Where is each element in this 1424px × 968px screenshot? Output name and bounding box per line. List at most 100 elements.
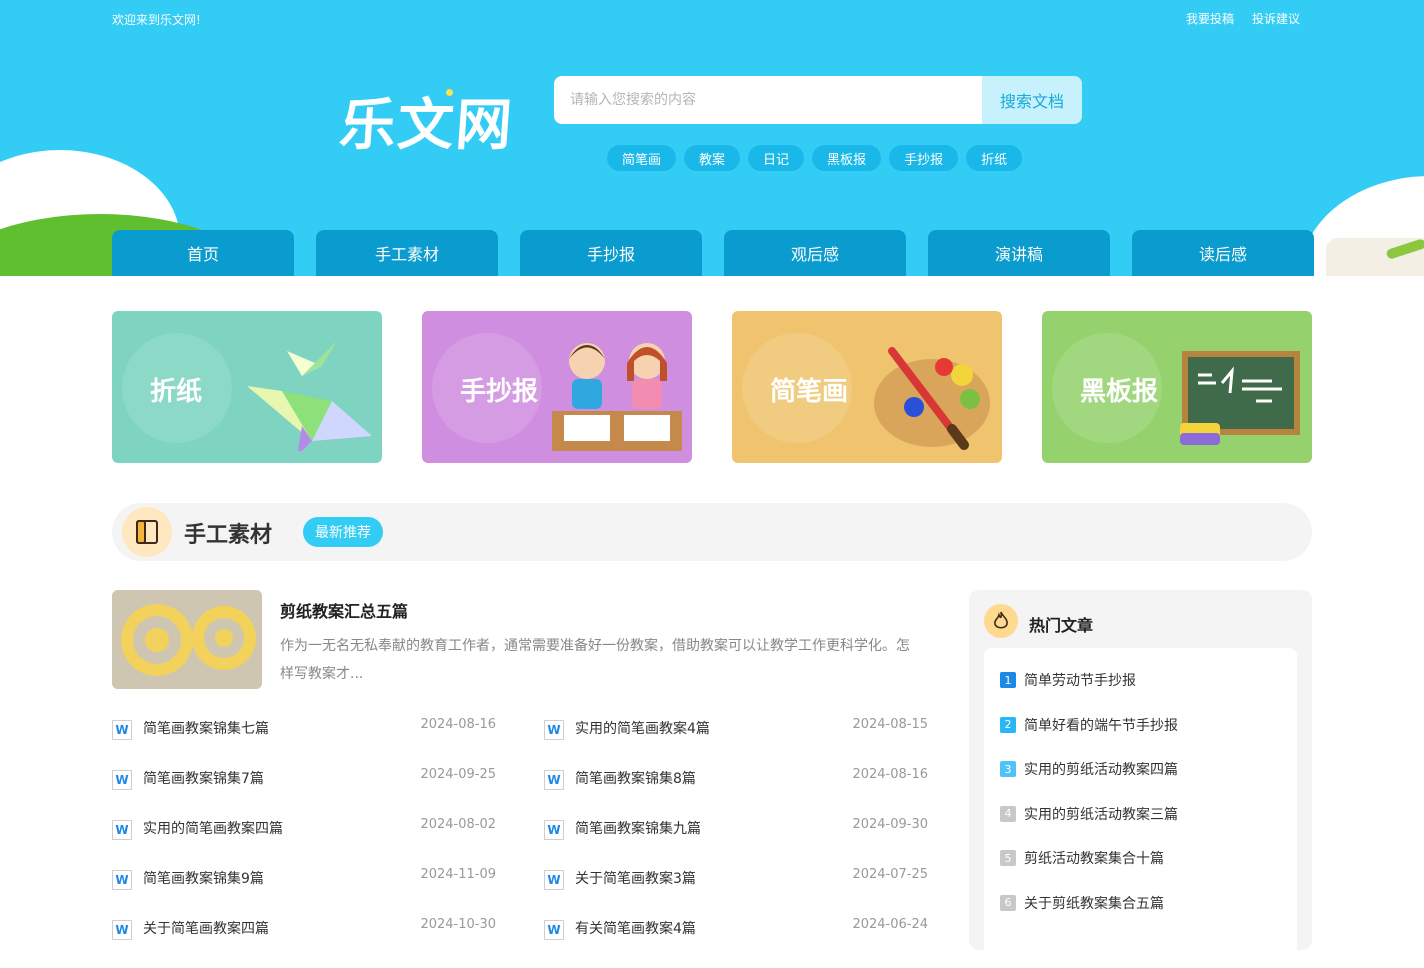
word-doc-icon: W [112,920,132,940]
article-date: 2024-09-25 [420,767,496,782]
category-card-blackboard[interactable]: 黑板报 [1042,311,1312,463]
search-input[interactable] [554,76,982,124]
article-title: 有关简笔画教案4篇 [575,921,696,937]
hot-articles-title: 热门文章 [1029,616,1094,635]
article-date: 2024-07-25 [852,867,928,882]
list-item[interactable]: W 简笔画教案锦集9篇 2024-11-09 [112,862,496,912]
list-item[interactable]: 4 实用的剪纸活动教案三篇 [984,804,1297,849]
article-title: 关于简笔画教案3篇 [575,871,696,887]
book-icon [122,507,172,557]
latest-recommend-badge[interactable]: 最新推荐 [303,517,383,547]
complaint-link[interactable]: 投诉建议 [1252,10,1300,27]
nav-speech[interactable]: 演讲稿 [928,230,1110,276]
list-item[interactable]: 1 简单劳动节手抄报 [984,670,1297,715]
featured-thumbnail[interactable] [112,590,262,689]
article-date: 2024-10-30 [420,917,496,932]
category-cards: 折纸 手抄报 简笔画 黑板报 [112,311,1312,463]
rank-badge: 4 [1000,805,1016,822]
article-date: 2024-11-09 [420,867,496,882]
rank-badge: 1 [1000,672,1016,688]
section-title: 手工素材 [184,523,273,548]
list-item[interactable]: 6 关于剪纸教案集合五篇 [984,893,1297,938]
welcome-text: 欢迎来到乐文网! [112,13,201,27]
nav-home[interactable]: 首页 [112,230,294,276]
hot-article-title: 剪纸活动教案集合十篇 [1024,851,1164,867]
word-doc-icon: W [544,720,564,740]
nav-book-review[interactable]: 读后感 [1132,230,1314,276]
hot-articles-panel: 热门文章 1 简单劳动节手抄报 2 简单好看的端午节手抄报 3 实用的剪纸活动教案四篇… [969,590,1312,968]
list-item[interactable]: 5 剪纸活动教案集合十篇 [984,848,1297,893]
children-drawing-icon [552,343,682,451]
article-date: 2024-08-16 [852,767,928,782]
article-date: 2024-09-30 [852,817,928,832]
hot-articles-list: 1 简单劳动节手抄报 2 简单好看的端午节手抄报 3 实用的剪纸活动教案四篇 4 实用的… [984,648,1297,968]
submit-article-link[interactable]: 我要投稿 [1186,10,1234,27]
article-date: 2024-08-02 [420,817,496,832]
word-doc-icon: W [544,770,564,790]
category-card-sketch[interactable]: 简笔画 [732,311,1002,463]
article-title: 简笔画教案锦集七篇 [143,721,269,737]
nav-handwritten-newspaper[interactable]: 手抄报 [520,230,702,276]
card-label: 黑板报 [1080,377,1159,407]
tag-zhezhi[interactable]: 折纸 [966,145,1023,171]
rank-badge: 6 [1000,894,1016,911]
word-doc-icon: W [112,770,132,790]
paper-crane-icon [247,341,372,451]
list-item[interactable]: W 简笔画教案锦集九篇 2024-09-30 [544,812,928,862]
tag-shouchaobao[interactable]: 手抄报 [889,145,959,171]
main-nav: 首页 手工素材 手抄报 观后感 演讲稿 读后感 [112,230,1314,276]
search-button[interactable]: 搜索文档 [982,76,1082,124]
category-card-origami[interactable]: 折纸 [112,311,382,463]
hot-article-title: 实用的剪纸活动教案三篇 [1024,806,1178,823]
category-card-handwritten[interactable]: 手抄报 [422,311,692,463]
section-header: 手工素材 最新推荐 [112,503,1312,561]
hot-article-title: 简单好看的端午节手抄报 [1024,717,1178,734]
article-title: 简笔画教案锦集9篇 [143,871,264,887]
hot-article-title: 实用的剪纸活动教案四篇 [1024,762,1178,778]
word-doc-icon: W [544,920,564,940]
word-doc-icon: W [112,870,132,890]
site-logo[interactable]: 乐文网 [337,80,517,161]
article-title: 关于简笔画教案四篇 [143,921,269,937]
article-title: 实用的简笔画教案四篇 [143,821,283,837]
featured-title[interactable]: 剪纸教案汇总五篇 [280,598,408,622]
article-date: 2024-06-24 [852,917,928,932]
nav-movie-review[interactable]: 观后感 [724,230,906,276]
article-title: 实用的简笔画教案4篇 [575,721,710,737]
card-label: 折纸 [150,377,203,407]
list-item[interactable]: W 实用的简笔画教案四篇 2024-08-02 [112,812,496,862]
article-title: 简笔画教案锦集8篇 [575,771,696,787]
tag-jianbihua[interactable]: 简笔画 [607,145,677,171]
tag-riji[interactable]: 日记 [748,145,805,171]
fire-icon [984,604,1018,638]
list-item[interactable]: W 简笔画教案锦集7篇 2024-09-25 [112,762,496,812]
list-item[interactable]: W 实用的简笔画教案4篇 2024-08-15 [544,712,928,762]
list-item[interactable]: W 有关简笔画教案4篇 2024-06-24 [544,912,928,962]
papercut-image-icon [112,590,262,689]
word-doc-icon: W [544,870,564,890]
tag-jiaoan[interactable]: 教案 [684,145,741,171]
tag-heibanbao[interactable]: 黑板报 [812,145,882,171]
search-box: 搜索文档 [554,76,1082,124]
hot-tags: 简笔画 教案 日记 黑板报 手抄报 折纸 [607,145,1023,171]
list-item[interactable]: 3 实用的剪纸活动教案四篇 [984,759,1297,804]
book-decoration-icon [1326,238,1424,276]
rank-badge: 2 [1000,716,1016,733]
nav-handcraft[interactable]: 手工素材 [316,230,498,276]
list-item[interactable]: W 关于简笔画教案3篇 2024-07-25 [544,862,928,912]
card-label: 手抄报 [460,377,539,407]
article-date: 2024-08-15 [852,717,928,732]
logo-dot [446,89,453,96]
word-doc-icon: W [544,820,564,840]
list-item[interactable]: W 简笔画教案锦集七篇 2024-08-16 [112,712,496,762]
article-title: 简笔画教案锦集九篇 [575,821,701,837]
list-item[interactable]: W 关于简笔画教案四篇 2024-10-30 [112,912,496,962]
article-list: W 简笔画教案锦集七篇 2024-08-16 W 实用的简笔画教案4篇 2024-08-… [112,712,928,962]
list-item[interactable]: W 简笔画教案锦集8篇 2024-08-16 [544,762,928,812]
list-item[interactable]: 2 简单好看的端午节手抄报 [984,715,1297,760]
word-doc-icon: W [112,820,132,840]
article-date: 2024-08-16 [420,717,496,732]
hot-article-title: 关于剪纸教案集合五篇 [1024,895,1164,912]
featured-description: 作为一无名无私奉献的教育工作者，通常需要准备好一份教案，借助教案可以让教学工作更… [280,638,910,682]
blackboard-icon [1180,351,1300,445]
